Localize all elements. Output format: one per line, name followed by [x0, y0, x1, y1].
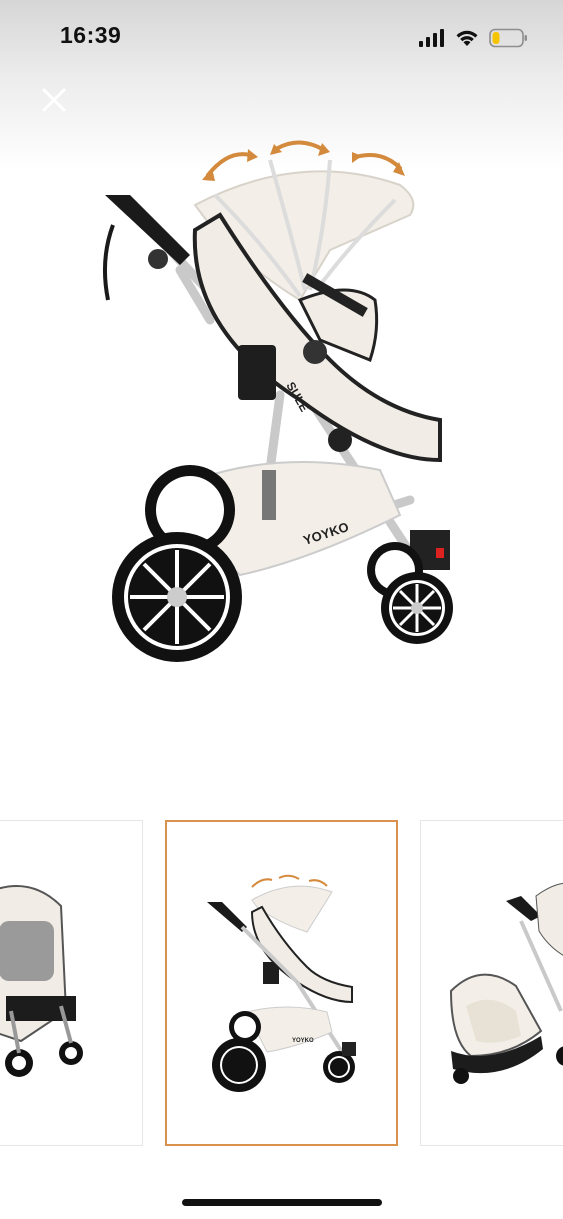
battery-icon	[489, 28, 527, 48]
thumbnail-stroller-with-car-seat[interactable]	[420, 820, 563, 1146]
close-icon[interactable]	[40, 86, 68, 114]
status-icons	[419, 26, 529, 50]
hero-stroller-image[interactable]: SULE YOYKO	[0, 130, 563, 690]
home-indicator	[182, 1199, 382, 1206]
thumbnail-brand-text: YOYKO	[292, 1038, 314, 1044]
cellular-signal-icon	[419, 29, 444, 47]
thumbnail-image: YOYKO	[207, 874, 356, 1092]
stroller-illustration: SULE YOYKO	[103, 140, 453, 662]
thumbnail-strip: YOYKO	[0, 820, 563, 1150]
rear-wheel	[112, 532, 242, 662]
status-bar: 16:39	[0, 0, 563, 70]
status-time: 16:39	[60, 22, 122, 48]
thumbnail-image	[0, 885, 83, 1077]
thumbnail-image	[449, 882, 563, 1084]
thumbnail-stroller-side-view[interactable]: YOYKO	[165, 820, 398, 1146]
thumbnail-stroller-front-view[interactable]	[0, 820, 143, 1146]
front-wheel	[381, 572, 453, 644]
wifi-icon	[456, 30, 478, 46]
